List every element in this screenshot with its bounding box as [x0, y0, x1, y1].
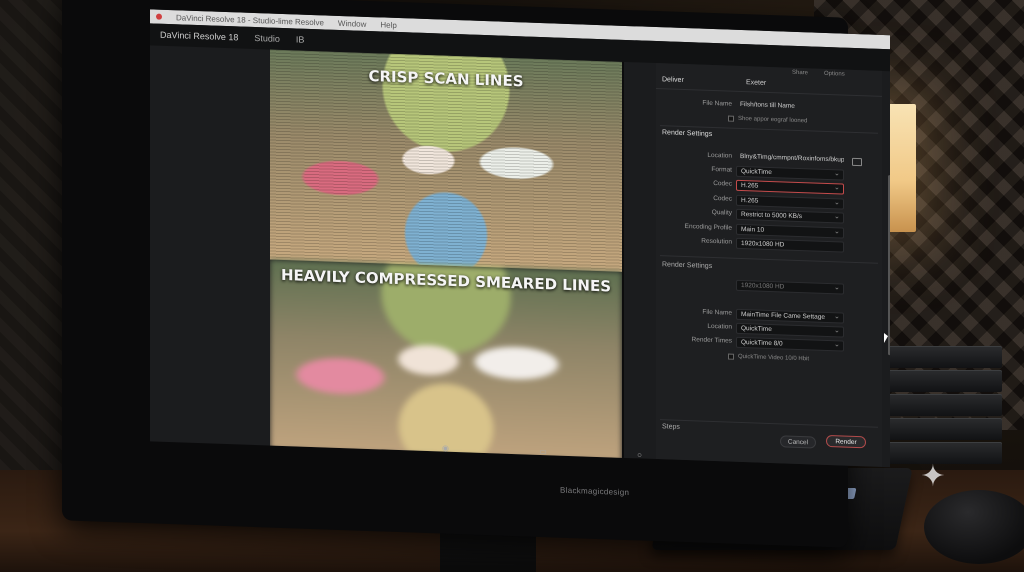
deliver-panel: Share Options Deliver Exeter File Name F… — [656, 63, 888, 467]
render-times-dropdown[interactable]: QuickTime 8/0 — [736, 336, 844, 352]
share-button[interactable]: Share — [792, 70, 808, 77]
tab-studio[interactable]: Studio — [254, 33, 280, 44]
chevron-down-icon: ⌄ — [834, 327, 840, 335]
encoding-profile-label: Encoding Profile — [684, 223, 732, 232]
format-label: Format — [711, 165, 732, 174]
quality-label: Quality — [711, 208, 732, 217]
location-label-2: Location — [707, 322, 732, 331]
file-name-dropdown[interactable]: MainTime File Came Settage — [736, 308, 844, 324]
render-settings-title: Render Settings — [662, 129, 713, 138]
file-name-row: File Name Filsh/tons till Name — [656, 97, 882, 117]
checkbox-row[interactable]: Shoe appor eograf looned — [728, 115, 808, 125]
preset-row: 1920x1080 HD ⌄ — [656, 277, 882, 297]
chevron-down-icon: ⌄ — [834, 313, 840, 321]
panel-top-icons: Share Options — [792, 70, 845, 78]
codec-dropdown-2[interactable]: H.265 — [736, 194, 844, 210]
menu-window[interactable]: Window — [338, 18, 366, 28]
file-name-field[interactable]: Filsh/tons till Name — [736, 100, 844, 115]
location-dropdown[interactable]: QuickTime — [736, 322, 844, 338]
app-icon — [156, 13, 162, 20]
panel-title: Deliver — [662, 76, 684, 84]
panel-divider[interactable] — [622, 61, 624, 458]
settings-icon[interactable]: ○ — [637, 450, 642, 459]
render-times-label: Render Times — [691, 336, 732, 345]
chevron-down-icon: ⌄ — [834, 184, 840, 192]
video-viewer: CRISP SCAN LINES HEAVILY COMPRESSED SMEA… — [270, 49, 622, 462]
checkbox-label-2: QuickTime Video 10/0 Hbit — [738, 353, 810, 363]
checkbox-row-2[interactable]: QuickTime Video 10/0 Hbit — [728, 353, 810, 363]
sparkle-icon: ✦ — [920, 460, 946, 493]
chevron-down-icon: ⌄ — [834, 228, 840, 236]
resolution-label: Resolution — [701, 237, 732, 246]
monitor: Blackmagicdesign DaVinci Resolve 18 - St… — [62, 0, 890, 548]
panel-subtitle: Exeter — [746, 79, 767, 87]
camera-icon[interactable]: ◉ — [442, 444, 449, 453]
encoding-profile-dropdown[interactable]: Main 10 — [736, 223, 844, 239]
checkbox[interactable] — [728, 115, 734, 122]
render-settings-title-2: Render Settings — [662, 261, 713, 270]
chevron-down-icon: ⌄ — [834, 199, 840, 207]
checkbox[interactable] — [728, 353, 734, 360]
chevron-down-icon: ⌄ — [834, 341, 840, 349]
separator — [660, 419, 878, 428]
quality-dropdown[interactable]: Restrict to 5000 KB/s — [736, 208, 844, 224]
codec-dropdown[interactable]: H.265 — [736, 179, 844, 195]
panel-header: Deliver Exeter — [656, 75, 882, 97]
chevron-down-icon: ⌄ — [834, 284, 840, 292]
location-label: Location — [707, 151, 732, 160]
file-name-label: File Name — [702, 99, 732, 108]
chevron-down-icon: ⌄ — [834, 170, 840, 178]
folder-icon[interactable] — [852, 157, 862, 167]
options-button[interactable]: Options — [824, 71, 845, 78]
mouse — [924, 490, 1024, 564]
panel-scrollbar[interactable] — [888, 175, 890, 356]
format-dropdown[interactable]: QuickTime — [736, 165, 844, 181]
codec-label: Codec — [713, 180, 732, 188]
menu-help[interactable]: Help — [380, 20, 396, 30]
chevron-down-icon: ⌄ — [834, 213, 840, 221]
file-name-label-2: File Name — [702, 308, 732, 317]
tab-ib[interactable]: IB — [296, 34, 305, 44]
render-button[interactable]: Render — [826, 434, 866, 449]
preset-dropdown[interactable]: 1920x1080 HD — [736, 279, 844, 295]
steps-label: Steps — [662, 423, 680, 431]
resolution-dropdown[interactable]: 1920x1080 HD — [736, 237, 844, 253]
app-name: DaVinci Resolve 18 — [160, 29, 239, 43]
screen: DaVinci Resolve 18 - Studio-lime Resolve… — [150, 9, 890, 468]
cancel-button[interactable]: Cancel — [780, 435, 816, 449]
codec-label: Codec — [713, 195, 732, 203]
location-field[interactable]: Blny&Timg/cmmpnt/Roxinfoms/bkups — [736, 152, 844, 167]
display-icon[interactable]: ▭ — [539, 447, 547, 456]
checkbox-label: Shoe appor eograf looned — [738, 115, 808, 125]
monitor-brand: Blackmagicdesign — [560, 485, 630, 498]
